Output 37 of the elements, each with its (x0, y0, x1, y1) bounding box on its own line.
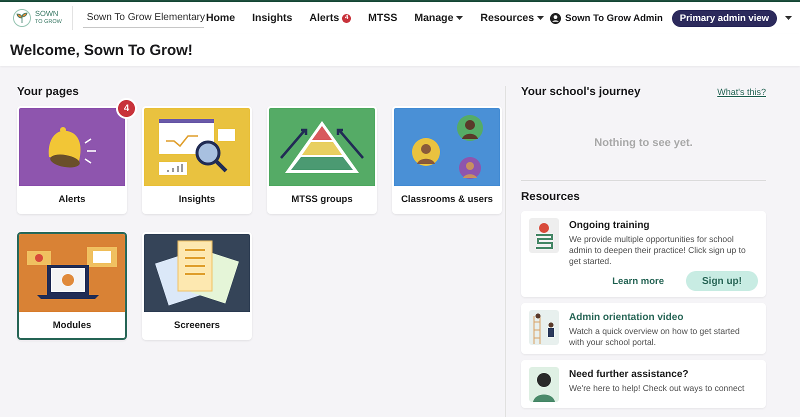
resource-description: We provide multiple opportunities for school admin to deepen their practice! Click sign up to get started. (569, 234, 747, 267)
nav-link[interactable]: MTSS (368, 12, 398, 24)
bell-drawing (47, 126, 97, 168)
sign-up-button[interactable]: Sign up! (686, 271, 758, 291)
admin-view-button[interactable]: Primary admin view (672, 10, 777, 26)
welcome-heading: Welcome, Sown To Grow! (0, 34, 800, 66)
resource-description: We're here to help! Check out ways to connect (569, 383, 746, 394)
page-tile[interactable]: Screeners (142, 232, 252, 340)
section-heading: Your school's journey (521, 86, 640, 98)
nav-menu[interactable]: Manage (414, 12, 464, 24)
school-select[interactable]: Sown To Grow Elementary (82, 8, 204, 28)
user-name[interactable]: Sown To Grow Admin (565, 12, 663, 24)
resource-title: Need further assistance? (569, 369, 690, 380)
whats-this-link[interactable]: What's this? (717, 87, 766, 97)
nav-link[interactable]: Home (206, 12, 236, 24)
resource-title[interactable]: Admin orientation video (569, 312, 749, 323)
alert-count-badge: 4 (116, 98, 137, 119)
nav-link[interactable]: Insights (252, 12, 292, 24)
caret-icon (456, 16, 464, 20)
resource-description: Watch a quick overview on how to get started with your school portal. (569, 326, 741, 348)
page-tile[interactable]: Modules (17, 232, 127, 340)
page-tile[interactable]: Classrooms & users (392, 106, 502, 214)
learn-more-link[interactable]: Learn more (612, 276, 664, 286)
person-silhouette-icon (529, 367, 559, 402)
section-heading: Your pages (17, 86, 80, 98)
page-tile[interactable]: Insights (142, 106, 252, 214)
nav-menu[interactable]: Resources (480, 12, 544, 24)
page-tile[interactable]: MTSS groups (267, 106, 377, 214)
sprout-logo-icon (12, 9, 32, 27)
section-heading: Resources (521, 191, 581, 203)
caret-icon (785, 16, 792, 20)
apple-books-icon (529, 218, 559, 253)
ladder-people-icon (529, 310, 559, 345)
caret-icon (537, 16, 544, 20)
user-icon (550, 12, 562, 24)
resource-title: Ongoing training (569, 220, 651, 231)
empty-state-text: Nothing to see yet. (521, 106, 766, 181)
